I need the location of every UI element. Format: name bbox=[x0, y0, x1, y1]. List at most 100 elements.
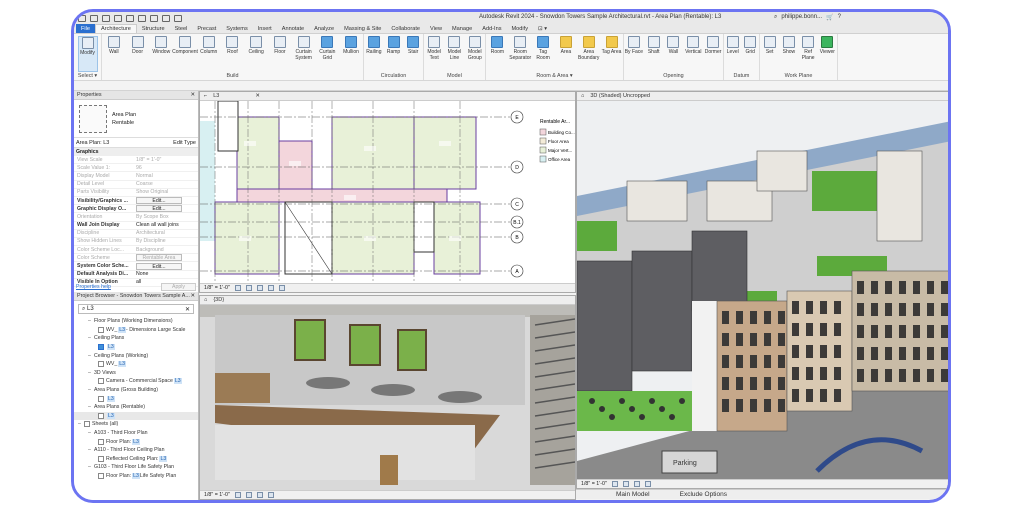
tab-annotate[interactable]: Annotate bbox=[277, 24, 309, 33]
save-icon[interactable] bbox=[102, 14, 110, 22]
property-edit-button[interactable]: Edit... bbox=[136, 197, 182, 205]
set-button[interactable]: Set bbox=[760, 36, 779, 72]
close-icon[interactable]: ✕ bbox=[190, 293, 195, 299]
shadows-icon[interactable] bbox=[644, 481, 651, 487]
model-group-button[interactable]: Model Group bbox=[465, 36, 485, 72]
tab-precast[interactable]: Precast bbox=[192, 24, 221, 33]
visual-style-icon[interactable] bbox=[245, 492, 252, 498]
view-scale[interactable]: 1/8" = 1'-0" bbox=[204, 492, 230, 498]
user-name[interactable]: philippe.bonn... bbox=[781, 14, 822, 21]
edit-type-button[interactable]: Edit Type bbox=[173, 140, 196, 146]
tag-area-button[interactable]: Tag Area bbox=[602, 36, 622, 72]
sun-path-icon[interactable] bbox=[256, 492, 263, 498]
tab--[interactable]: ⊡ ▾ bbox=[533, 24, 552, 33]
visual-style-icon[interactable] bbox=[245, 285, 252, 291]
browser-item[interactable]: – Sheets (all) bbox=[74, 420, 198, 429]
dormer-button[interactable]: Dormer bbox=[703, 36, 723, 72]
detail-level-icon[interactable] bbox=[234, 285, 241, 291]
cart-icon[interactable]: 🛒 bbox=[826, 14, 833, 21]
view-tab-3d-shaded[interactable]: 3D (Shaded) Uncropped bbox=[590, 93, 650, 99]
open-icon[interactable] bbox=[90, 14, 98, 22]
panel-label[interactable]: Model bbox=[424, 72, 485, 80]
curtain-system-button[interactable]: Curtain System bbox=[294, 36, 314, 72]
panel-label[interactable]: Room & Area ▾ bbox=[486, 72, 623, 80]
curtain-grid-button[interactable]: Curtain Grid bbox=[317, 36, 337, 72]
building-render[interactable]: Parking bbox=[577, 101, 951, 489]
ramp-button[interactable]: Ramp bbox=[384, 36, 404, 72]
area-boundary-button[interactable]: Area Boundary bbox=[578, 36, 599, 72]
room-separator-button[interactable]: Room Separator bbox=[509, 36, 531, 72]
panel-label[interactable]: Circulation bbox=[364, 72, 423, 80]
browser-item[interactable]: – Ceiling Plans (Working) bbox=[74, 351, 198, 360]
tab-analyze[interactable]: Analyze bbox=[309, 24, 339, 33]
properties-help-link[interactable]: Properties help bbox=[76, 284, 111, 290]
tag-room-button[interactable]: Tag Room bbox=[533, 36, 553, 72]
room-button[interactable]: Room bbox=[487, 36, 507, 72]
wall-button[interactable]: Wall bbox=[104, 36, 124, 72]
browser-item[interactable]: – Area Plans (Gross Building) bbox=[74, 386, 198, 395]
browser-item[interactable]: L3 bbox=[74, 411, 198, 421]
show-button[interactable]: Show bbox=[779, 36, 798, 72]
view-scale[interactable]: 1/8" = 1'-0" bbox=[581, 481, 607, 487]
panel-label[interactable]: Datum bbox=[724, 72, 759, 80]
browser-item[interactable]: Camera - Commercial Space L3 bbox=[74, 377, 198, 386]
help-icon[interactable]: ? bbox=[838, 14, 841, 21]
railing-button[interactable]: Railing bbox=[364, 36, 384, 72]
vertical-button[interactable]: Vertical bbox=[683, 36, 703, 72]
modify-button[interactable]: Modify bbox=[77, 36, 98, 72]
property-value[interactable]: None bbox=[136, 271, 198, 277]
property-edit-button[interactable]: Rentable Area bbox=[136, 254, 182, 262]
panel-label[interactable]: Build bbox=[102, 72, 363, 80]
mullion-button[interactable]: Mullion bbox=[341, 36, 361, 72]
3d-view-icon[interactable] bbox=[174, 14, 182, 22]
property-edit-button[interactable]: Edit... bbox=[136, 205, 182, 213]
binoculars-icon[interactable]: ⌕ bbox=[774, 14, 777, 21]
window-button[interactable]: Window bbox=[151, 36, 171, 72]
browser-item[interactable]: WV_ L3 bbox=[74, 360, 198, 369]
browser-item[interactable]: – A110 - Third Floor Ceiling Plan bbox=[74, 446, 198, 455]
panel-label[interactable]: Select ▾ bbox=[74, 72, 101, 80]
ref-plane-button[interactable]: Ref Plane bbox=[799, 36, 818, 72]
browser-item[interactable]: – Area Plans (Rentable) bbox=[74, 403, 198, 412]
tab-systems[interactable]: Systems bbox=[221, 24, 252, 33]
tab-modify[interactable]: Modify bbox=[507, 24, 533, 33]
browser-item[interactable]: Floor Plan: L3 Life Safety Plan bbox=[74, 472, 198, 481]
undo-icon[interactable] bbox=[114, 14, 122, 22]
tab-steel[interactable]: Steel bbox=[170, 24, 193, 33]
viewer-button[interactable]: Viewer bbox=[818, 36, 837, 72]
roof-button[interactable]: Roof bbox=[222, 36, 242, 72]
component-button[interactable]: Component bbox=[172, 36, 198, 72]
model-line-button[interactable]: Model Line bbox=[444, 36, 464, 72]
browser-search-input[interactable]: ⌕ L3 ✕ bbox=[78, 304, 194, 314]
browser-item[interactable]: –3D Views bbox=[74, 369, 198, 378]
visual-style-icon[interactable] bbox=[622, 481, 629, 487]
panel-label[interactable]: Work Plane bbox=[760, 72, 837, 80]
tab-file[interactable]: File bbox=[76, 24, 96, 33]
type-selector[interactable]: Area Plan Rentable bbox=[74, 100, 198, 138]
stair-button[interactable]: Stair bbox=[403, 36, 423, 72]
3d-interior-view[interactable]: ⌂ {3D} 1/8" = 1'-0" bbox=[199, 295, 576, 500]
instance-selector[interactable]: Area Plan: L3 bbox=[76, 140, 109, 146]
print-icon[interactable] bbox=[138, 14, 146, 22]
section-box-icon[interactable] bbox=[267, 492, 274, 498]
browser-item[interactable]: L3 bbox=[74, 343, 198, 352]
design-option-main-model[interactable]: Main Model bbox=[616, 491, 650, 498]
tab-collaborate[interactable]: Collaborate bbox=[386, 24, 425, 33]
group-graphics[interactable]: Graphics bbox=[74, 148, 198, 156]
measure-icon[interactable] bbox=[150, 14, 158, 22]
model-text-button[interactable]: Model Text bbox=[424, 36, 444, 72]
close-tab-icon[interactable]: ✕ bbox=[255, 93, 260, 99]
tab-view[interactable]: View bbox=[425, 24, 447, 33]
level-button[interactable]: Level bbox=[724, 36, 742, 72]
column-button[interactable]: Column bbox=[199, 36, 219, 72]
browser-item[interactable]: WV_ L3 - Dimensions Large Scale bbox=[74, 326, 198, 335]
browser-item[interactable]: – Ceiling Plans bbox=[74, 334, 198, 343]
property-value[interactable]: Clean all wall joins bbox=[136, 222, 198, 228]
view-scale[interactable]: 1/8" = 1'-0" bbox=[204, 285, 230, 291]
exclude-options[interactable]: Exclude Options bbox=[680, 491, 727, 498]
browser-item[interactable]: – Floor Plans (Working Dimensions) bbox=[74, 317, 198, 326]
floor-plan-drawing[interactable]: EDCB.1BARentable Ar...Building Co...Floo… bbox=[200, 100, 576, 284]
close-icon[interactable]: ✕ bbox=[190, 92, 195, 98]
tab-insert[interactable]: Insert bbox=[253, 24, 277, 33]
browser-item[interactable]: – G103 - Third Floor Life Safety Plan bbox=[74, 463, 198, 472]
